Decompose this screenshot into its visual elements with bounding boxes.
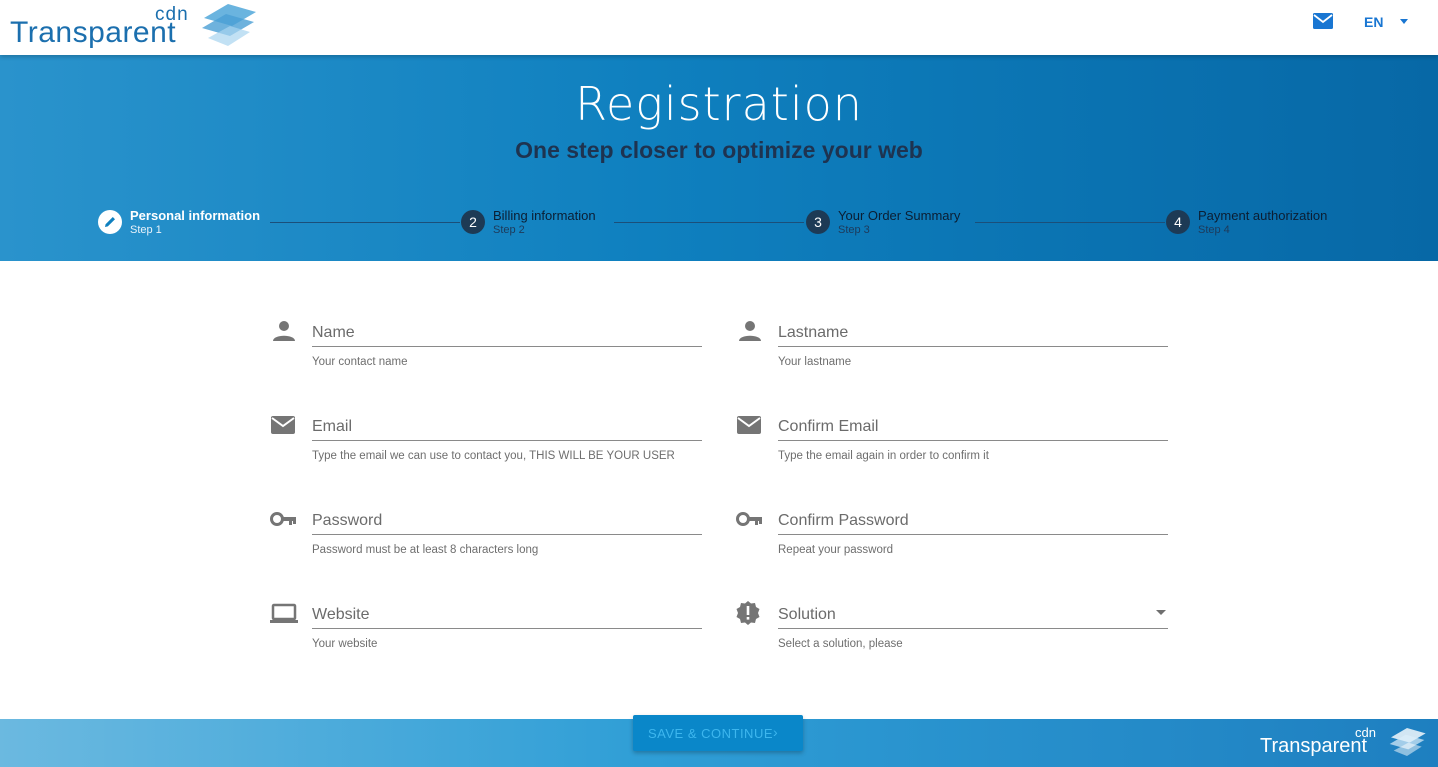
save-continue-button[interactable]: SAVE & CONTINUE › xyxy=(633,715,803,751)
brand-layers-icon xyxy=(1389,728,1426,756)
mail-icon[interactable] xyxy=(1313,12,1333,30)
step-connector xyxy=(975,222,1165,223)
password-field: Password must be at least 8 characters l… xyxy=(270,501,736,571)
step-connector xyxy=(270,222,460,223)
page-title: Registration xyxy=(575,77,863,131)
confirm-email-hint: Type the email again in order to confirm… xyxy=(778,450,989,462)
language-selector[interactable]: EN xyxy=(1364,14,1383,30)
step-sub: Step 3 xyxy=(838,224,870,236)
step-number: 3 xyxy=(806,210,830,234)
confirm-password-hint: Repeat your password xyxy=(778,544,894,556)
brand-name-text: Transparent xyxy=(10,16,177,49)
email-icon xyxy=(737,416,761,434)
lastname-hint: Your lastname xyxy=(778,356,852,368)
website-input[interactable] xyxy=(312,595,702,629)
confirm-password-input[interactable] xyxy=(778,501,1168,535)
page-subtitle: One step closer to optimize your web xyxy=(515,137,923,163)
person-icon xyxy=(273,321,295,341)
top-bar: cdn Transparent EN xyxy=(0,0,1438,55)
name-hint: Your contact name xyxy=(312,356,408,368)
key-icon xyxy=(270,512,296,526)
confirm-email-input[interactable] xyxy=(778,407,1168,441)
chevron-down-icon[interactable] xyxy=(1400,19,1408,24)
confirm-password-field: Repeat your password xyxy=(736,501,1202,571)
solution-select[interactable] xyxy=(778,595,1168,629)
step-number: 2 xyxy=(461,210,485,234)
step-number: 4 xyxy=(1166,210,1190,234)
website-hint: Your website xyxy=(312,638,378,650)
step-label: Your Order Summary xyxy=(838,208,961,223)
step-connector xyxy=(614,222,804,223)
password-input[interactable] xyxy=(312,501,702,535)
step-label: Billing information xyxy=(493,208,596,223)
solution-field: Select a solution, please xyxy=(736,595,1202,665)
footer-logo[interactable]: cdn Transparent xyxy=(1260,725,1430,765)
step-sub: Step 4 xyxy=(1198,224,1230,236)
step-label: Personal information xyxy=(130,208,261,223)
confirm-email-field: Type the email again in order to confirm… xyxy=(736,407,1202,477)
website-field: Your website xyxy=(270,595,736,665)
person-icon xyxy=(739,321,761,341)
pencil-icon xyxy=(105,217,115,227)
password-hint: Password must be at least 8 characters l… xyxy=(312,544,539,556)
step-edit-circle xyxy=(98,210,122,234)
brand-layers-icon xyxy=(202,4,256,46)
email-field: Type the email we can use to contact you… xyxy=(270,407,736,477)
step-sub: Step 1 xyxy=(130,224,162,236)
step-label: Payment authorization xyxy=(1198,208,1328,223)
solution-hint: Select a solution, please xyxy=(778,638,903,650)
name-field: Your contact name xyxy=(270,313,736,383)
email-icon xyxy=(271,416,295,434)
name-input[interactable] xyxy=(312,313,702,347)
alert-badge-icon xyxy=(736,601,760,625)
lastname-field: Your lastname xyxy=(736,313,1202,383)
email-hint: Type the email we can use to contact you… xyxy=(312,450,675,462)
save-continue-label: SAVE & CONTINUE xyxy=(648,725,774,741)
step-sub: Step 2 xyxy=(493,224,525,236)
chevron-right-icon: › xyxy=(773,724,779,740)
key-icon xyxy=(736,512,762,526)
lastname-input[interactable] xyxy=(778,313,1168,347)
brand-logo[interactable]: cdn Transparent xyxy=(10,0,256,54)
email-input[interactable] xyxy=(312,407,702,441)
footer-brand-name-text: Transparent xyxy=(1260,735,1368,757)
laptop-icon xyxy=(270,603,298,623)
